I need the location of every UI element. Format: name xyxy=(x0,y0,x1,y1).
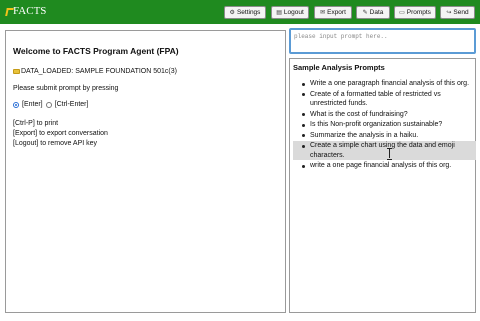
data-icon: ✎ xyxy=(362,10,368,16)
logout-button-label: Logout xyxy=(283,9,304,16)
sample-prompts-panel: Sample Analysis Prompts Write a one para… xyxy=(289,58,476,313)
sample-prompt-item[interactable]: write a one page financial analysis of t… xyxy=(293,161,476,171)
top-bar: FACTS ⚙ Settings ▤ Logout ✉ Export ✎ Dat… xyxy=(0,0,480,24)
ctrl-enter-radio-label[interactable]: [Ctrl-Enter] xyxy=(55,101,89,108)
settings-button-label: Settings xyxy=(236,9,261,16)
settings-button[interactable]: ⚙ Settings xyxy=(224,6,266,19)
submit-key-options: [Enter] [Ctrl-Enter] xyxy=(13,101,88,108)
sample-prompts-title: Sample Analysis Prompts xyxy=(293,63,385,72)
shortcut-line: [Ctrl-P] to print xyxy=(13,120,59,127)
prompts-button-label: Prompts xyxy=(406,9,431,16)
sample-prompt-item[interactable]: What is the cost of fundraising? xyxy=(293,110,476,120)
submit-instruction: Please submit prompt by pressing xyxy=(13,85,119,92)
send-button[interactable]: ↪ Send xyxy=(440,6,475,19)
prompts-icon: ▭ xyxy=(399,10,405,16)
data-loaded-text: DATA_LOADED: SAMPLE FOUNDATION 501c(3) xyxy=(21,68,177,75)
send-icon: ↪ xyxy=(446,10,452,16)
conversation-panel: Welcome to FACTS Program Agent (FPA) DAT… xyxy=(5,30,286,313)
data-loaded-line: DATA_LOADED: SAMPLE FOUNDATION 501c(3) xyxy=(13,68,177,75)
sample-prompts-list: Write a one paragraph financial analysis… xyxy=(293,79,476,172)
send-button-label: Send xyxy=(453,9,469,16)
data-button[interactable]: ✎ Data xyxy=(356,6,390,19)
export-button-label: Export xyxy=(327,9,346,16)
ctrl-enter-radio[interactable] xyxy=(45,101,52,108)
shortcut-help: [Ctrl-P] to print [Export] to export con… xyxy=(13,119,108,149)
prompts-button[interactable]: ▭ Prompts xyxy=(394,6,436,19)
sample-prompt-item[interactable]: Is this Non-profit organization sustaina… xyxy=(293,120,476,130)
facts-logo-icon xyxy=(6,7,12,15)
data-button-label: Data xyxy=(369,9,384,16)
app-logo-text: FACTS xyxy=(13,5,47,17)
export-icon: ✉ xyxy=(320,10,326,16)
shortcut-line: [Export] to export conversation xyxy=(13,130,108,137)
app-logo[interactable]: FACTS xyxy=(6,5,46,17)
export-button[interactable]: ✉ Export xyxy=(314,6,352,19)
prompt-input-placeholder: please input prompt here.. xyxy=(294,33,388,40)
welcome-heading: Welcome to FACTS Program Agent (FPA) xyxy=(13,46,179,56)
enter-radio[interactable] xyxy=(13,101,19,108)
shortcut-line: [Logout] to remove API key xyxy=(13,140,98,147)
logout-icon: ▤ xyxy=(276,10,282,16)
sample-prompt-item[interactable]: Summarize the analysis in a haiku. xyxy=(293,131,476,141)
sample-prompt-item-highlighted[interactable]: Create a simple chart using the data and… xyxy=(293,141,476,160)
enter-radio-label[interactable]: [Enter] xyxy=(22,101,43,108)
gear-icon: ⚙ xyxy=(229,10,235,16)
prompt-input[interactable]: please input prompt here.. xyxy=(289,28,476,54)
sample-prompt-item[interactable]: Create of a formatted table of restricte… xyxy=(293,90,476,109)
folder-icon xyxy=(13,69,20,74)
logout-button[interactable]: ▤ Logout xyxy=(271,6,309,19)
sample-prompt-item[interactable]: Write a one paragraph financial analysis… xyxy=(293,79,476,89)
text-cursor-icon xyxy=(387,148,393,160)
